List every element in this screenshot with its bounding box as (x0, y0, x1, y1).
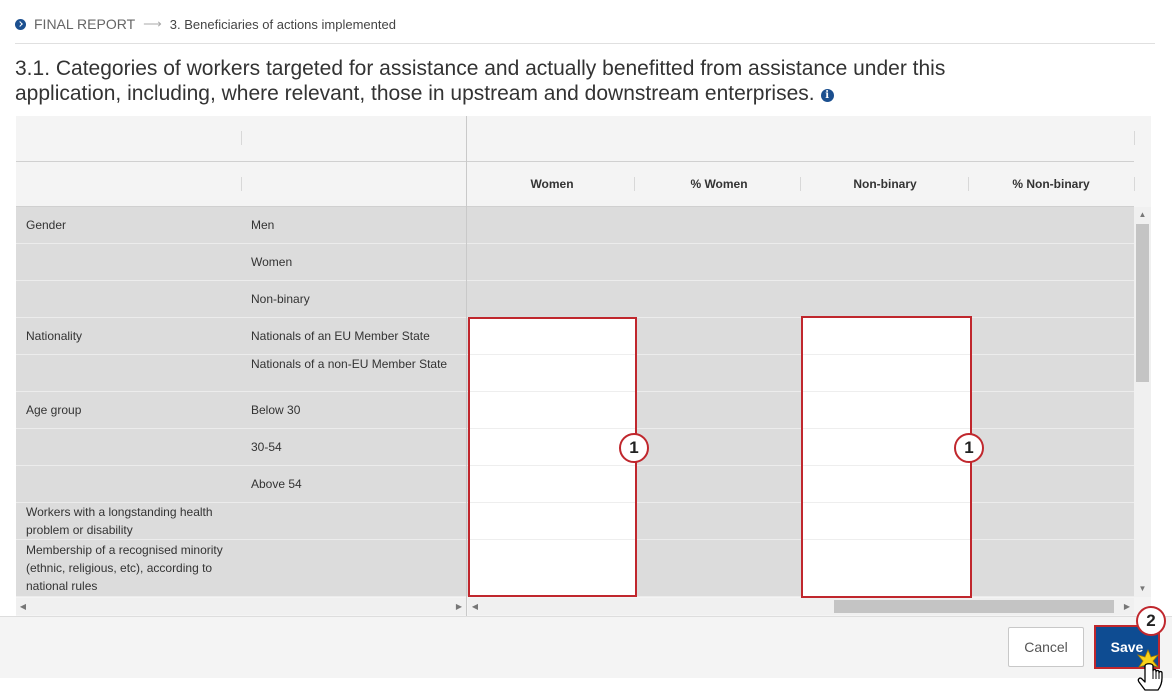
header-separator (1134, 177, 1135, 191)
hand-pointer-icon (1136, 648, 1163, 691)
header-separator (241, 177, 242, 191)
cell-divider (803, 391, 970, 392)
breadcrumb-root[interactable]: FINAL REPORT (34, 16, 135, 32)
row-subcategory: Above 54 (251, 477, 302, 491)
horizontal-scroll-thumb[interactable] (834, 600, 1114, 613)
breadcrumb-divider (15, 43, 1155, 44)
row-subcategory: Non-binary (251, 292, 310, 306)
row-subcategory: Below 30 (251, 403, 301, 417)
cell-divider (470, 539, 635, 540)
header-separator (634, 177, 635, 191)
section-title: 3.1. Categories of workers targeted for … (15, 56, 1015, 106)
form-footer (0, 616, 1172, 678)
cell-divider (470, 465, 635, 466)
table-row: Women (16, 244, 1134, 281)
scroll-left-icon[interactable]: ◀ (468, 598, 482, 615)
frozen-horizontal-scrollbar[interactable]: ◀ ▶ (16, 598, 466, 615)
row-category: Gender (26, 218, 67, 232)
callout-marker-women: 1 (619, 433, 649, 463)
header-separator (241, 131, 242, 145)
chevron-circle-right-icon (15, 18, 26, 30)
horizontal-scrollbar[interactable]: ◀ ▶ (468, 598, 1134, 615)
cell-divider (803, 428, 970, 429)
cell-divider (470, 428, 635, 429)
row-category: Age group (26, 403, 82, 417)
scroll-right-icon[interactable]: ▶ (1120, 598, 1134, 615)
women-input-column[interactable] (468, 317, 637, 597)
arrow-right-icon: ⟶ (143, 16, 162, 31)
cell-divider (470, 391, 635, 392)
breadcrumb: FINAL REPORT ⟶ 3. Beneficiaries of actio… (15, 12, 396, 36)
scroll-up-icon[interactable]: ▲ (1134, 207, 1151, 223)
table-row: Non-binary (16, 281, 1134, 318)
column-header-non-binary[interactable]: Non-binary (802, 177, 968, 191)
row-subcategory: 30-54 (251, 440, 282, 454)
scroll-down-icon[interactable]: ▼ (1134, 581, 1151, 597)
row-subcategory: Nationals of a non-EU Member State (251, 357, 448, 371)
header-separator (800, 177, 801, 191)
row-category: Nationality (26, 329, 83, 343)
non-binary-input-column[interactable] (801, 316, 972, 598)
row-category: Workers with a longstanding health probl… (26, 505, 213, 537)
header-separator (1134, 131, 1135, 145)
cell-divider (803, 539, 970, 540)
callout-marker-non-binary: 1 (954, 433, 984, 463)
breadcrumb-current: 3. Beneficiaries of actions implemented (169, 16, 396, 32)
column-header-percent-non-binary[interactable]: % Non-binary (968, 177, 1134, 191)
section-title-text: 3.1. Categories of workers targeted for … (15, 57, 946, 105)
info-circle-icon[interactable]: i (820, 89, 834, 102)
row-subcategory: Men (251, 218, 275, 232)
column-header-women[interactable]: Women (468, 177, 636, 191)
header-divider (16, 161, 1134, 162)
cell-divider (803, 354, 970, 355)
table-row: Gender Men (16, 207, 1134, 244)
scroll-right-icon[interactable]: ▶ (452, 598, 466, 615)
callout-marker-save: 2 (1136, 606, 1166, 636)
cancel-button[interactable]: Cancel (1008, 627, 1084, 667)
cell-divider (803, 502, 970, 503)
cell-divider (803, 465, 970, 466)
row-subcategory: Nationals of an EU Member State (251, 329, 430, 343)
vertical-scroll-thumb[interactable] (1136, 224, 1149, 382)
beneficiaries-grid: Women % Women Non-binary % Non-binary Ge… (16, 116, 1151, 616)
row-subcategory: Women (251, 255, 293, 269)
column-header-percent-women[interactable]: % Women (636, 177, 802, 191)
scroll-left-icon[interactable]: ◀ (16, 598, 30, 615)
vertical-scrollbar[interactable]: ▲ ▼ (1134, 207, 1151, 597)
cell-divider (470, 354, 635, 355)
cell-divider (470, 502, 635, 503)
row-category: Membership of a recognised minority (eth… (26, 543, 223, 593)
frozen-column-divider (466, 116, 467, 616)
